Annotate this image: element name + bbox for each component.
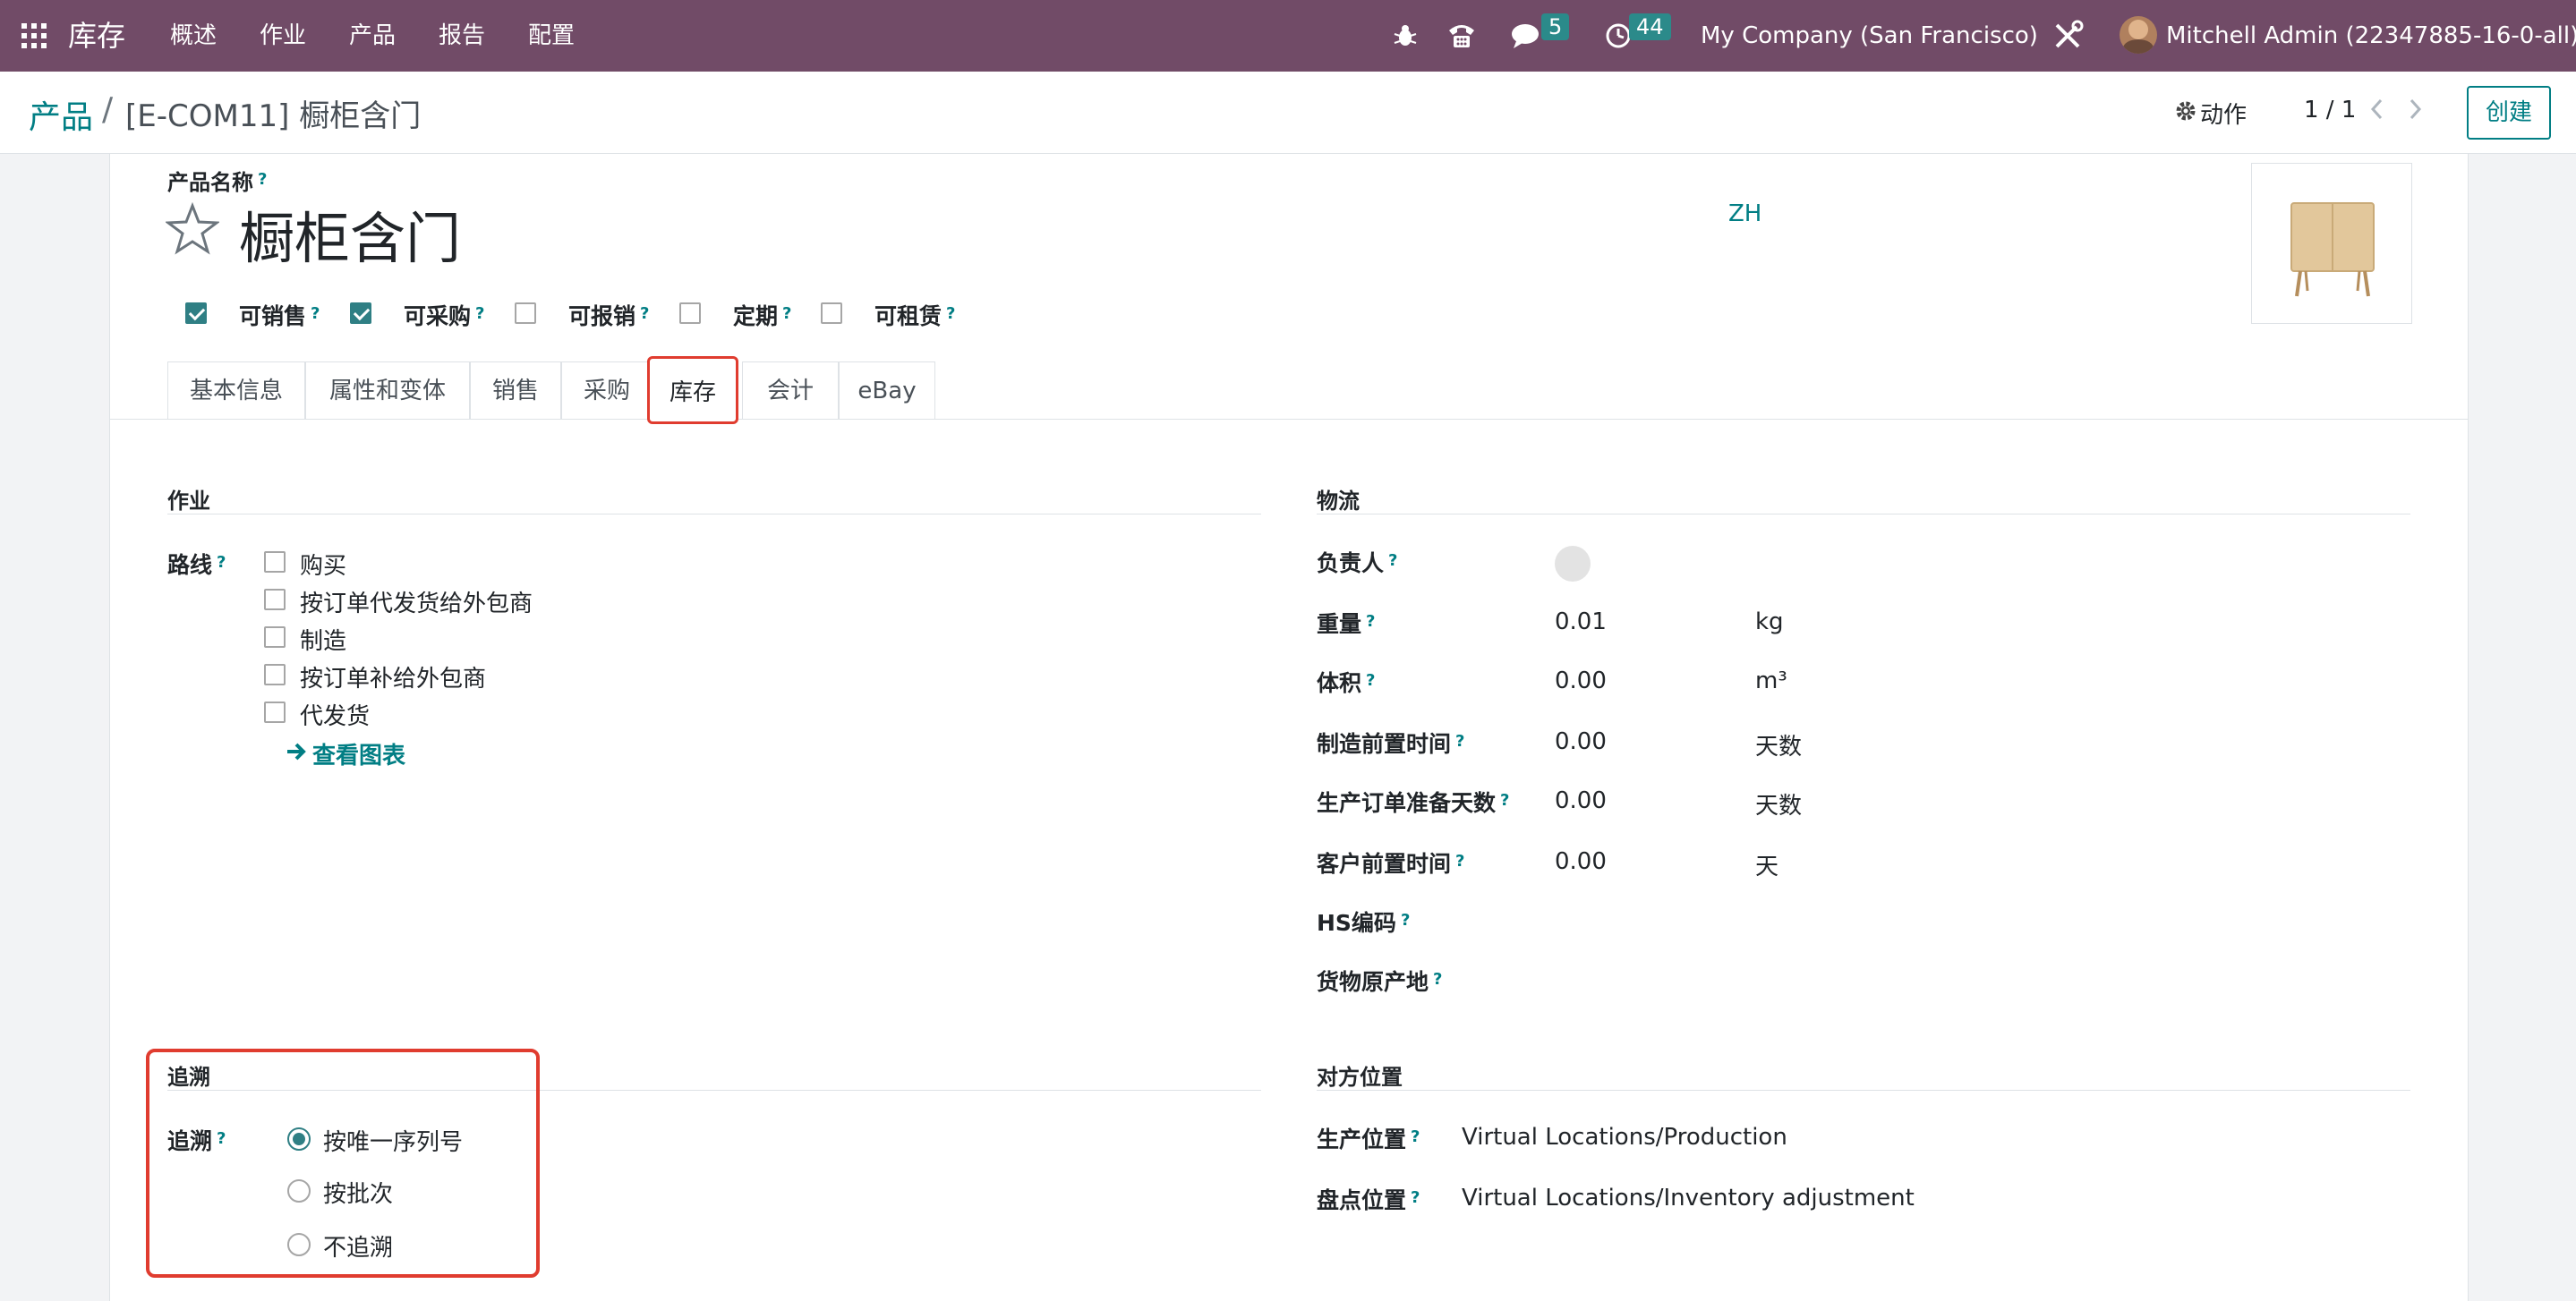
- volume-label: 体积?: [1317, 670, 1376, 696]
- highlight-box-traceability: [146, 1049, 540, 1278]
- pager-value[interactable]: 1 / 1: [2304, 97, 2356, 123]
- favorite-star-icon[interactable]: [166, 202, 219, 256]
- menu-reporting[interactable]: 报告: [439, 0, 485, 72]
- section-title-logistics: 物流: [1317, 489, 1360, 514]
- section-divider: [1317, 1090, 2410, 1091]
- product-image[interactable]: [2251, 163, 2412, 324]
- tab-ebay[interactable]: eBay: [839, 361, 935, 419]
- flag-label-recurring: 定期?: [733, 303, 792, 329]
- flag-label-expense: 可报销?: [568, 303, 650, 329]
- inventory-location-label: 盘点位置?: [1317, 1187, 1420, 1213]
- route-label-resupply-subcontractor: 按订单补给外包商: [300, 666, 487, 693]
- weight-unit: kg: [1755, 608, 1784, 635]
- production-location-field[interactable]: Virtual Locations/Production: [1462, 1124, 1787, 1151]
- menu-overview[interactable]: 概述: [170, 0, 217, 72]
- checkbox-can-be-sold[interactable]: [185, 302, 207, 324]
- tab-sales[interactable]: 销售: [470, 361, 561, 419]
- flag-label-purchase: 可采购?: [404, 303, 485, 329]
- tab-divider: [110, 419, 2468, 420]
- route-label-manufacture: 制造: [300, 628, 347, 655]
- production-location-label: 生产位置?: [1317, 1127, 1420, 1152]
- messages-icon[interactable]: [1511, 21, 1543, 50]
- product-name-label: 产品名称?: [167, 169, 268, 195]
- route-label-buy: 购买: [300, 553, 347, 580]
- customer-lead-field[interactable]: 0.00: [1555, 848, 1607, 875]
- manufacturing-lead-label: 制造前置时间?: [1317, 731, 1465, 757]
- company-switcher[interactable]: My Company (San Francisco): [1701, 0, 2038, 72]
- menu-configuration[interactable]: 配置: [528, 0, 575, 72]
- prep-days-field[interactable]: 0.00: [1555, 787, 1607, 814]
- tools-icon[interactable]: [2051, 20, 2084, 52]
- route-checkbox-dropship[interactable]: [264, 702, 286, 723]
- route-checkbox-dropship-subcontractor[interactable]: [264, 589, 286, 610]
- language-button[interactable]: ZH: [1728, 200, 1761, 227]
- top-navbar: 库存 概述 作业 产品 报告 配置 5 44 My Company (San F…: [0, 0, 2576, 72]
- view-diagram-link[interactable]: 查看图表: [312, 737, 405, 770]
- prep-days-unit: 天数: [1755, 793, 1803, 820]
- hs-code-field[interactable]: [1555, 902, 2092, 938]
- volume-field[interactable]: 0.00: [1555, 668, 1607, 694]
- hs-code-label: HS编码?: [1317, 910, 1411, 936]
- user-menu[interactable]: Mitchell Admin (22347885-16-0-all): [2166, 0, 2576, 72]
- prep-days-label: 生产订单准备天数?: [1317, 790, 1510, 816]
- apps-menu-icon[interactable]: [21, 23, 47, 48]
- user-avatar[interactable]: [2120, 16, 2157, 54]
- activities-count-badge: 44: [1629, 13, 1671, 40]
- tab-accounting[interactable]: 会计: [742, 361, 839, 419]
- route-label-dropship: 代发货: [300, 703, 371, 730]
- menu-products[interactable]: 产品: [349, 0, 396, 72]
- checkbox-can-be-rented[interactable]: [821, 302, 842, 324]
- form-sheet: 产品名称? 橱柜含门 ZH 可销售? 可采购? 可报销? 定期? 可租赁? 基本…: [109, 154, 2469, 1301]
- pager-next-icon[interactable]: [2406, 97, 2424, 122]
- flag-label-rental: 可租赁?: [874, 303, 956, 329]
- route-checkbox-manufacture[interactable]: [264, 626, 286, 648]
- manufacturing-lead-field[interactable]: 0.00: [1555, 728, 1607, 755]
- phone-icon[interactable]: [1446, 21, 1477, 50]
- app-title[interactable]: 库存: [68, 0, 125, 72]
- origin-country-field[interactable]: [1555, 961, 2092, 997]
- gear-icon[interactable]: [2175, 100, 2196, 122]
- section-title-counterpart: 对方位置: [1317, 1065, 1403, 1090]
- control-panel: 产品 / [E-COM11] 橱柜含门 动作 1 / 1 创建: [0, 72, 2576, 154]
- action-menu-button[interactable]: 动作: [2200, 97, 2247, 130]
- debug-bug-icon[interactable]: [1391, 21, 1420, 50]
- checkbox-recurring[interactable]: [679, 302, 701, 324]
- inventory-location-field[interactable]: Virtual Locations/Inventory adjustment: [1462, 1185, 1915, 1212]
- tab-purchase[interactable]: 采购: [561, 361, 653, 419]
- customer-lead-unit: 天: [1755, 854, 1779, 880]
- create-button[interactable]: 创建: [2467, 86, 2551, 140]
- customer-lead-label: 客户前置时间?: [1317, 851, 1465, 877]
- manufacturing-lead-unit: 天数: [1755, 734, 1803, 761]
- pager-previous-icon[interactable]: [2368, 97, 2386, 122]
- flag-label-sale: 可销售?: [239, 303, 320, 329]
- route-checkbox-resupply-subcontractor[interactable]: [264, 664, 286, 685]
- breadcrumb-current: [E-COM11] 橱柜含门: [125, 98, 422, 134]
- checkbox-can-be-expensed[interactable]: [515, 302, 536, 324]
- tab-attributes-variants[interactable]: 属性和变体: [305, 361, 470, 419]
- tab-general-info[interactable]: 基本信息: [167, 361, 305, 419]
- route-checkbox-buy[interactable]: [264, 551, 286, 573]
- section-title-operations: 作业: [167, 489, 210, 514]
- weight-label: 重量?: [1317, 611, 1376, 637]
- checkbox-can-be-purchased[interactable]: [350, 302, 371, 324]
- tab-inventory[interactable]: 库存: [647, 356, 738, 424]
- origin-country-label: 货物原产地?: [1317, 969, 1443, 995]
- breadcrumb-separator: /: [102, 91, 114, 128]
- responsible-label: 负责人?: [1317, 550, 1398, 576]
- responsible-avatar-field[interactable]: [1555, 546, 1591, 582]
- breadcrumb-products[interactable]: 产品: [29, 91, 93, 138]
- routes-label: 路线?: [167, 552, 226, 578]
- route-label-dropship-subcontractor: 按订单代发货给外包商: [300, 591, 533, 617]
- arrow-right-icon: [287, 743, 306, 761]
- product-name-field[interactable]: 橱柜含门: [239, 193, 461, 274]
- menu-operations[interactable]: 作业: [260, 0, 306, 72]
- volume-unit: m³: [1755, 668, 1787, 694]
- messages-count-badge: 5: [1541, 13, 1570, 40]
- weight-field[interactable]: 0.01: [1555, 608, 1607, 635]
